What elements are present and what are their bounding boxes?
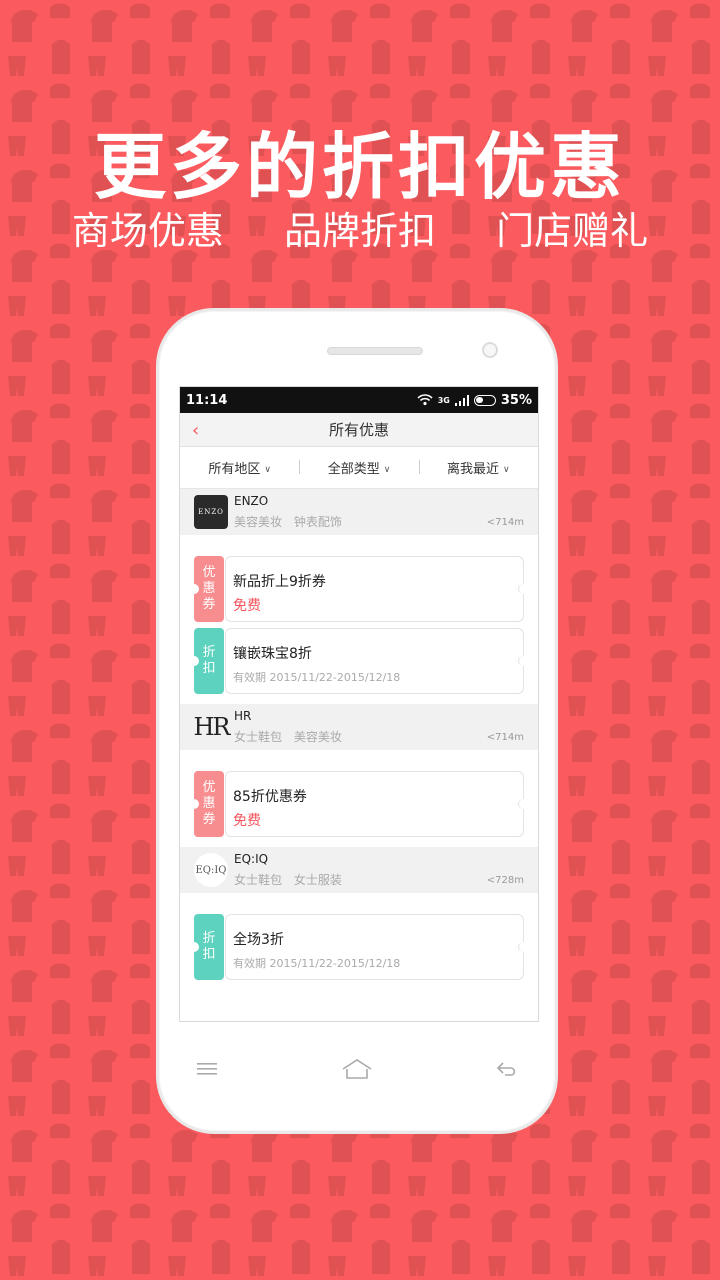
coupon-card[interactable]: 折扣 镶嵌珠宝8折 有效期 2015/11/22-2015/12/18 — [189, 628, 529, 694]
coupon-type-tag: 折扣 — [189, 628, 224, 694]
coupon-card[interactable]: 折扣 全场3折 有效期 2015/11/22-2015/12/18 — [189, 914, 529, 980]
shop-tag: 钟表配饰 — [293, 515, 342, 529]
shop-logo: ENZO — [194, 495, 228, 529]
shop-tag: 美容美妆 — [234, 515, 283, 529]
page-title: 所有优惠 — [328, 421, 389, 439]
shop-name: ENZO — [234, 494, 269, 508]
shop-tag: 美容美妆 — [293, 730, 342, 744]
coupon-card[interactable]: 优惠券 新品折上9折券 免费 — [189, 556, 529, 622]
coupon-title: 新品折上9折券 — [233, 574, 326, 590]
filter-label: 全部类型 — [327, 462, 380, 477]
coupon-type-tag: 折扣 — [189, 914, 224, 980]
shop-name: EQ:IQ — [234, 852, 269, 866]
coupon-title: 镶嵌珠宝8折 — [233, 646, 312, 662]
filter-bar: 所有地区 ∨ 全部类型 ∨ 离我最近 ∨ — [180, 447, 538, 489]
filter-region[interactable]: 所有地区 ∨ — [180, 458, 299, 477]
coupon-type-tag: 优惠券 — [189, 556, 224, 622]
coupon-title: 85折优惠券 — [233, 789, 307, 805]
subline: 商场优惠 品牌折扣 门店赠礼 — [0, 200, 720, 255]
phone-screen: 11:14 3G 35% ‹ 所有优惠 所有地区 ∨ 全部类型 ∨ 离我最近 ∨… — [179, 386, 539, 1022]
shop-tags: 美容美妆 钟表配饰 — [234, 513, 350, 530]
shop-distance: <714m — [486, 517, 524, 528]
shop-tag: 女士鞋包 — [234, 730, 283, 744]
phone-frame: 11:14 3G 35% ‹ 所有优惠 所有地区 ∨ 全部类型 ∨ 离我最近 ∨… — [156, 308, 558, 1134]
back-icon[interactable] — [495, 1060, 519, 1078]
battery-icon — [473, 394, 496, 406]
shop-tags: 女士鞋包 美容美妆 — [234, 728, 350, 745]
coupon-validity: 有效期 2015/11/22-2015/12/18 — [233, 671, 401, 684]
shop-header[interactable]: EQ:IQ EQ:IQ 女士鞋包 女士服装 <728m — [180, 847, 538, 893]
battery-percent: 35% — [500, 392, 532, 408]
subline-item: 商场优惠 — [71, 209, 224, 253]
wifi-icon — [417, 394, 433, 406]
filter-label: 离我最近 — [447, 462, 500, 477]
phone-camera — [482, 342, 498, 358]
subline-item: 门店赠礼 — [496, 209, 649, 253]
coupon-tag-label: 折扣 — [202, 645, 216, 676]
coupon-price: 免费 — [233, 598, 261, 614]
shop-header[interactable]: HR HR 女士鞋包 美容美妆 <714m — [180, 704, 538, 750]
shop-logo: HR — [194, 710, 231, 744]
filter-sort[interactable]: 离我最近 ∨ — [418, 458, 538, 477]
shop-distance: <728m — [486, 875, 524, 886]
shop-header[interactable]: ENZO ENZO 美容美妆 钟表配饰 <714m — [180, 489, 538, 535]
shop-name: HR — [234, 709, 252, 723]
nav-bar: ‹ 所有优惠 — [180, 413, 538, 447]
coupon-validity: 有效期 2015/11/22-2015/12/18 — [233, 957, 401, 970]
headline: 更多的折扣优惠 — [93, 125, 626, 209]
coupon-tag-label: 优惠券 — [202, 780, 216, 827]
coupon-list: 优惠券 新品折上9折券 免费 折扣 镶嵌珠宝8折 有效期 2015/11/22-… — [180, 535, 538, 704]
signal-icon — [454, 394, 469, 406]
status-time: 11:14 — [186, 392, 228, 408]
coupon-card[interactable]: 优惠券 85折优惠券 免费 — [189, 771, 529, 837]
shop-tag: 女士服装 — [293, 873, 342, 887]
network-type-label: 3G — [437, 395, 450, 405]
filter-label: 所有地区 — [208, 462, 261, 477]
chevron-down-icon: ∨ — [264, 465, 271, 475]
chevron-down-icon: ∨ — [503, 465, 510, 475]
menu-icon[interactable] — [195, 1060, 219, 1078]
coupon-type-tag: 优惠券 — [189, 771, 224, 837]
home-icon[interactable] — [341, 1057, 373, 1081]
coupon-title: 全场3折 — [233, 932, 284, 948]
shop-logo: EQ:IQ — [194, 853, 228, 887]
back-chevron-icon[interactable]: ‹ — [192, 420, 199, 441]
coupon-list: 折扣 全场3折 有效期 2015/11/22-2015/12/18 — [180, 893, 538, 990]
coupon-price: 免费 — [233, 813, 261, 829]
coupon-list: 优惠券 85折优惠券 免费 — [180, 750, 538, 847]
status-bar: 11:14 3G 35% — [180, 387, 538, 413]
shop-tags: 女士鞋包 女士服装 — [234, 871, 350, 888]
coupon-tag-label: 优惠券 — [202, 565, 216, 612]
subline-item: 品牌折扣 — [283, 209, 436, 253]
coupon-tag-label: 折扣 — [202, 931, 216, 962]
phone-nav-buttons — [159, 1049, 555, 1089]
shop-distance: <714m — [486, 732, 524, 743]
chevron-down-icon: ∨ — [383, 465, 391, 475]
filter-type[interactable]: 全部类型 ∨ — [299, 458, 418, 477]
phone-speaker — [327, 347, 423, 355]
shop-tag: 女士鞋包 — [234, 873, 283, 887]
